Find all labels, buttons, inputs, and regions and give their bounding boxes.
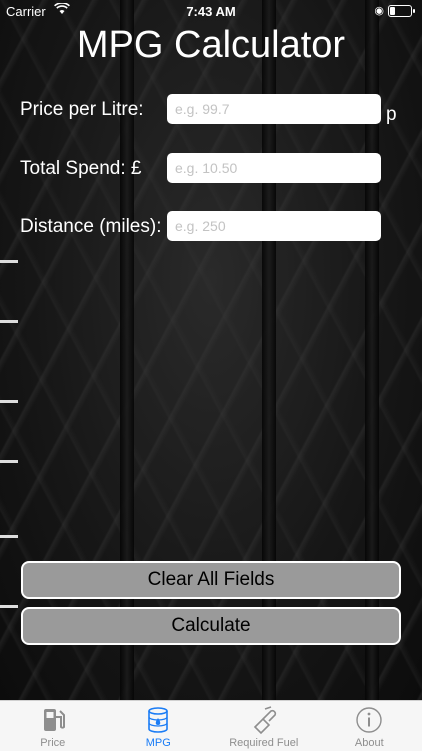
tab-required-fuel[interactable]: Required Fuel — [211, 701, 317, 751]
tread-wear-indicator — [0, 260, 18, 263]
total-spend-row: Total Spend: £ — [0, 153, 422, 185]
battery-icon — [388, 5, 412, 17]
tab-about[interactable]: About — [317, 701, 422, 751]
distance-input[interactable] — [167, 211, 381, 241]
clear-all-fields-button[interactable]: Clear All Fields — [21, 561, 401, 599]
calculate-button[interactable]: Calculate — [21, 607, 401, 645]
page-title: MPG Calculator — [0, 24, 422, 67]
total-spend-label: Total Spend: £ — [20, 153, 141, 185]
tread-wear-indicator — [0, 535, 18, 538]
tread-wear-indicator — [0, 605, 18, 608]
pence-unit-label: p — [386, 104, 397, 126]
tab-mpg-label: MPG — [106, 737, 212, 749]
tab-about-label: About — [317, 737, 422, 749]
price-per-litre-label: Price per Litre: — [20, 94, 144, 126]
tab-required-fuel-label: Required Fuel — [211, 737, 317, 749]
tread-wear-indicator — [0, 460, 18, 463]
fuel-nozzle-icon — [249, 705, 279, 735]
tread-wear-indicator — [0, 400, 18, 403]
fuel-drum-icon — [143, 705, 173, 735]
info-icon — [354, 705, 384, 735]
price-per-litre-row: Price per Litre: p — [0, 94, 422, 126]
tab-price-label: Price — [0, 737, 106, 749]
fuel-pump-icon — [38, 705, 68, 735]
tab-bar: Price MPG Required Fuel About — [0, 700, 422, 751]
tab-price[interactable]: Price — [0, 701, 106, 751]
distance-label: Distance (miles): — [20, 211, 161, 243]
orientation-lock-icon: ◉ — [374, 4, 384, 17]
distance-row: Distance (miles): — [0, 211, 422, 243]
status-bar: Carrier 7:43 AM ◉ — [0, 0, 422, 22]
price-per-litre-input[interactable] — [167, 94, 381, 124]
tab-mpg[interactable]: MPG — [106, 701, 212, 751]
clock: 7:43 AM — [0, 4, 422, 19]
tread-wear-indicator — [0, 320, 18, 323]
total-spend-input[interactable] — [167, 153, 381, 183]
